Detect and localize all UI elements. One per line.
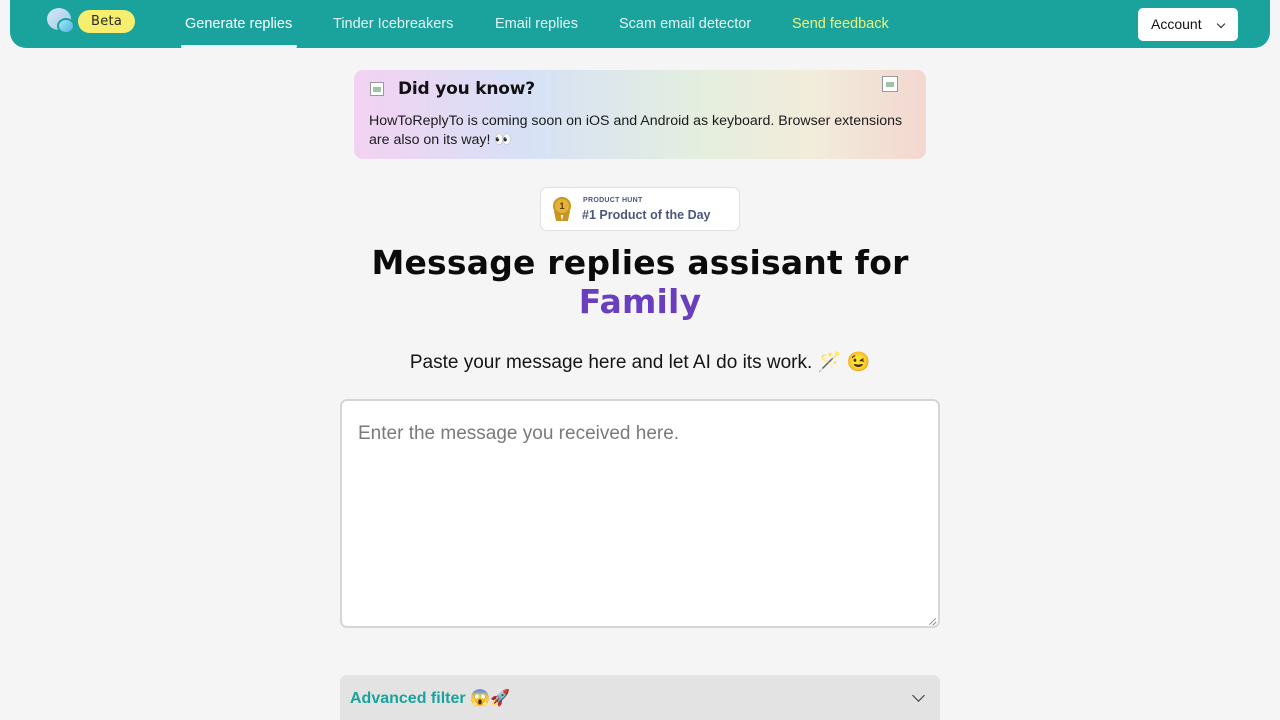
nav-email-replies[interactable]: Email replies (495, 16, 578, 32)
chevron-down-icon (912, 689, 925, 702)
account-label: Account (1151, 16, 1202, 32)
notice-body: HowToReplyTo is coming soon on iOS and A… (369, 113, 903, 148)
advanced-filter-label: Advanced filter 😱🚀 (350, 690, 510, 707)
notice-title: Did you know? (398, 79, 535, 99)
broken-image-icon (882, 76, 898, 92)
nav-scam-email-detector[interactable]: Scam email detector (619, 16, 751, 32)
badge-kicker: PRODUCT HUNT (583, 197, 643, 204)
page-subtitle: Paste your message here and let AI do it… (409, 352, 871, 373)
advanced-filter-toggle[interactable]: Advanced filter 😱🚀 (340, 675, 940, 720)
nav-generate-replies[interactable]: Generate replies (185, 16, 292, 32)
did-you-know-card: Did you know? HowToReplyTo is coming soo… (354, 70, 926, 159)
page-title: Message replies assisant for (371, 243, 909, 282)
resize-handle-icon[interactable] (928, 617, 937, 626)
message-input[interactable] (340, 399, 940, 628)
nav-tinder-icebreakers[interactable]: Tinder Icebreakers (333, 16, 453, 32)
page-title-highlight: Family (578, 282, 702, 321)
beta-badge: Beta (78, 10, 136, 33)
chevron-down-icon (1216, 19, 1226, 29)
active-tab-indicator (181, 45, 297, 48)
product-hunt-badge[interactable]: 1 PRODUCT HUNT #1 Product of the Day (540, 187, 740, 231)
account-button[interactable]: Account (1138, 8, 1238, 41)
broken-image-icon (370, 82, 384, 96)
badge-title: #1 Product of the Day (582, 208, 711, 222)
medal-icon: 1 (553, 197, 571, 221)
top-navbar: Beta Generate replies Tinder Icebreakers… (10, 0, 1270, 48)
logo-icon[interactable] (47, 6, 77, 36)
nav-send-feedback[interactable]: Send feedback (792, 16, 889, 32)
